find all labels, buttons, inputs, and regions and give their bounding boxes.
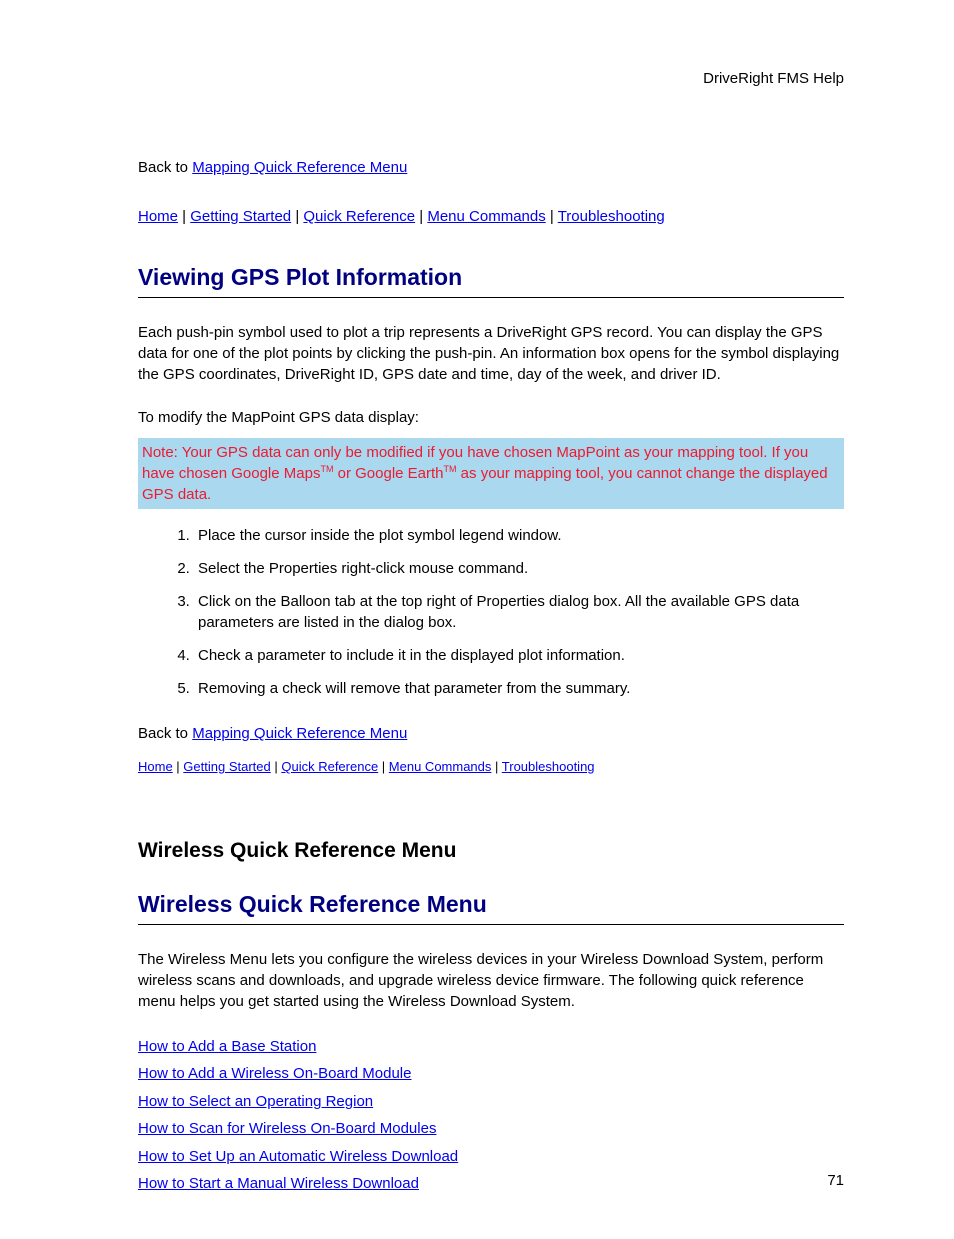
wireless-link-list: How to Add a Base Station How to Add a W… xyxy=(138,1034,844,1197)
step-item: Click on the Balloon tab at the top righ… xyxy=(194,591,844,633)
back-link-mapping-top[interactable]: Mapping Quick Reference Menu xyxy=(192,159,407,176)
nav-sep: | xyxy=(491,759,501,774)
nav-links-bottom: Home | Getting Started | Quick Reference… xyxy=(138,758,844,776)
para-modify-intro: To modify the MapPoint GPS data display: xyxy=(138,407,844,428)
steps-list: Place the cursor inside the plot symbol … xyxy=(194,525,844,699)
note-text-2: or Google Earth xyxy=(333,465,443,482)
step-item: Removing a check will remove that parame… xyxy=(194,678,844,699)
nav-menu-commands[interactable]: Menu Commands xyxy=(427,208,545,225)
step-item: Check a parameter to include it in the d… xyxy=(194,645,844,666)
link-scan-modules[interactable]: How to Scan for Wireless On-Board Module… xyxy=(138,1120,436,1137)
note-box: Note: Your GPS data can only be modified… xyxy=(138,438,844,509)
nav-sep: | xyxy=(546,208,558,225)
nav-troubleshooting[interactable]: Troubleshooting xyxy=(558,208,665,225)
back-to-line-top: Back to Mapping Quick Reference Menu xyxy=(138,157,844,178)
heading-wireless-black: Wireless Quick Reference Menu xyxy=(138,836,844,865)
step-item: Place the cursor inside the plot symbol … xyxy=(194,525,844,546)
heading-wireless-blue: Wireless Quick Reference Menu xyxy=(138,888,844,925)
nav-troubleshooting-small[interactable]: Troubleshooting xyxy=(502,759,595,774)
link-auto-download[interactable]: How to Set Up an Automatic Wireless Down… xyxy=(138,1148,458,1165)
back-prefix: Back to xyxy=(138,159,192,176)
nav-menu-commands-small[interactable]: Menu Commands xyxy=(389,759,492,774)
step-item: Select the Properties right-click mouse … xyxy=(194,558,844,579)
nav-quick-reference[interactable]: Quick Reference xyxy=(303,208,415,225)
nav-home[interactable]: Home xyxy=(138,208,178,225)
back-link-mapping-bottom[interactable]: Mapping Quick Reference Menu xyxy=(192,725,407,742)
nav-sep: | xyxy=(271,759,282,774)
nav-sep: | xyxy=(178,208,190,225)
back-prefix: Back to xyxy=(138,725,192,742)
nav-getting-started[interactable]: Getting Started xyxy=(190,208,291,225)
para-wireless-intro: The Wireless Menu lets you configure the… xyxy=(138,949,844,1012)
back-to-line-bottom: Back to Mapping Quick Reference Menu xyxy=(138,723,844,744)
nav-sep: | xyxy=(291,208,303,225)
trademark-symbol: TM xyxy=(444,464,457,474)
nav-sep: | xyxy=(378,759,389,774)
heading-viewing-gps: Viewing GPS Plot Information xyxy=(138,261,844,298)
link-manual-download[interactable]: How to Start a Manual Wireless Download xyxy=(138,1175,419,1192)
nav-getting-started-small[interactable]: Getting Started xyxy=(183,759,270,774)
nav-home-small[interactable]: Home xyxy=(138,759,173,774)
nav-quick-reference-small[interactable]: Quick Reference xyxy=(281,759,378,774)
link-add-wireless-module[interactable]: How to Add a Wireless On-Board Module xyxy=(138,1065,411,1082)
nav-links-top: Home | Getting Started | Quick Reference… xyxy=(138,206,844,227)
trademark-symbol: TM xyxy=(320,464,333,474)
link-add-base-station[interactable]: How to Add a Base Station xyxy=(138,1038,316,1055)
header-title: DriveRight FMS Help xyxy=(138,68,844,89)
nav-sep: | xyxy=(173,759,184,774)
page-number: 71 xyxy=(827,1170,844,1191)
nav-sep: | xyxy=(415,208,427,225)
link-select-region[interactable]: How to Select an Operating Region xyxy=(138,1093,373,1110)
para-gps-intro: Each push-pin symbol used to plot a trip… xyxy=(138,322,844,385)
